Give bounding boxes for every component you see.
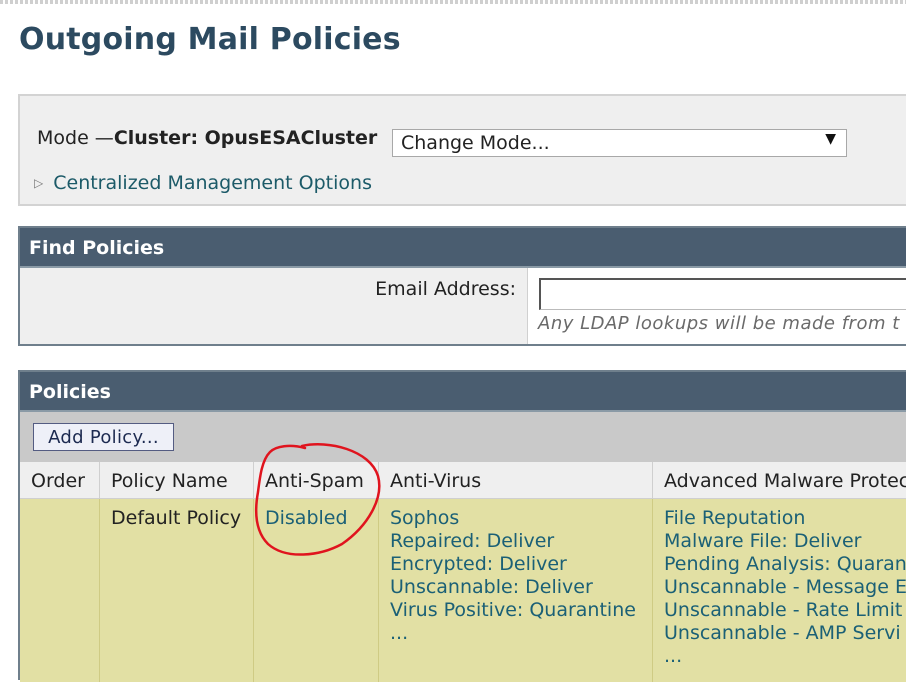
policies-panel: Policies Add Policy... Order Policy Name…: [18, 370, 906, 682]
table-cell-order: [20, 499, 100, 682]
change-mode-value: Change Mode...: [401, 132, 550, 154]
column-header-order: Order: [20, 462, 100, 499]
dropdown-arrow-icon: ▼: [825, 131, 836, 147]
amp-line[interactable]: Unscannable - AMP Servi: [664, 622, 906, 645]
amp-line[interactable]: Unscannable - Rate Limit: [664, 599, 906, 622]
amp-line[interactable]: File Reputation: [664, 507, 906, 530]
table-cell-policy-name: Default Policy: [100, 499, 254, 682]
anti-virus-line[interactable]: Encrypted: Deliver: [390, 553, 652, 576]
amp-line[interactable]: ...: [664, 645, 906, 668]
amp-line[interactable]: Unscannable - Message E: [664, 576, 906, 599]
anti-virus-line[interactable]: Unscannable: Deliver: [390, 576, 652, 599]
centralized-management-options-toggle[interactable]: ▷ Centralized Management Options: [34, 172, 372, 194]
find-policies-panel: Find Policies Email Address: Any LDAP lo…: [18, 226, 906, 346]
mode-panel: Mode —Cluster: OpusESACluster Change Mod…: [18, 94, 906, 206]
email-label-cell: Email Address:: [20, 268, 528, 344]
amp-line[interactable]: Pending Analysis: Quaran: [664, 553, 906, 576]
centralized-management-options-label: Centralized Management Options: [53, 172, 372, 194]
column-header-policy-name: Policy Name: [100, 462, 254, 499]
anti-spam-link[interactable]: Disabled: [265, 507, 378, 530]
change-mode-select[interactable]: Change Mode... ▼: [392, 129, 847, 157]
page-title: Outgoing Mail Policies: [19, 22, 401, 57]
top-dotted-border: [0, 0, 906, 4]
find-policies-header: Find Policies: [20, 228, 906, 268]
ldap-lookup-note: Any LDAP lookups will be made from t: [538, 313, 900, 334]
anti-virus-line[interactable]: Virus Positive: Quarantine: [390, 599, 652, 622]
email-address-label: Email Address:: [375, 278, 516, 300]
expand-triangle-icon: ▷: [34, 176, 44, 190]
policies-toolbar: Add Policy...: [20, 412, 906, 462]
column-header-anti-virus: Anti-Virus: [379, 462, 653, 499]
cluster-name: Cluster: OpusESACluster: [113, 127, 378, 149]
column-header-anti-spam: Anti-Spam: [254, 462, 379, 499]
mode-label: Mode —: [37, 127, 114, 149]
amp-line[interactable]: Malware File: Deliver: [664, 530, 906, 553]
policy-name: Default Policy: [111, 507, 242, 529]
mode-line: Mode —Cluster: OpusESACluster: [37, 127, 377, 149]
policies-header: Policies: [20, 372, 906, 412]
column-header-advanced-malware-protection: Advanced Malware Protec: [653, 462, 906, 499]
table-cell-advanced-malware-protection: File Reputation Malware File: Deliver Pe…: [653, 499, 906, 682]
email-address-input[interactable]: [539, 278, 906, 310]
anti-virus-line[interactable]: Sophos: [390, 507, 652, 530]
table-cell-anti-virus: Sophos Repaired: Deliver Encrypted: Deli…: [379, 499, 653, 682]
anti-virus-line[interactable]: ...: [390, 622, 652, 645]
add-policy-button[interactable]: Add Policy...: [33, 423, 174, 451]
table-cell-anti-spam: Disabled: [254, 499, 379, 682]
anti-virus-line[interactable]: Repaired: Deliver: [390, 530, 652, 553]
